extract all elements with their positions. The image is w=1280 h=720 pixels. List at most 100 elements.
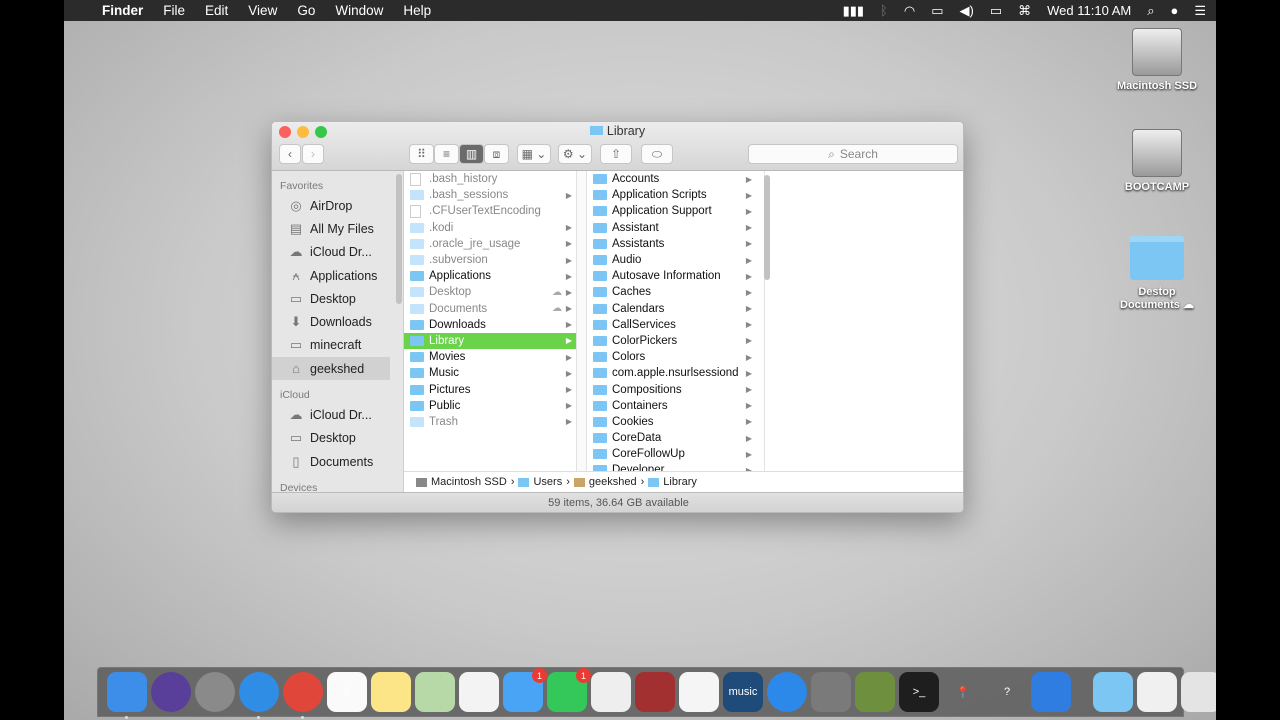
list-item[interactable]: .subversion ▶ [404, 252, 576, 268]
dock-help[interactable]: ? [987, 672, 1027, 712]
desktop-icon-destop-documents[interactable]: Destop Documents ☁ [1107, 236, 1207, 311]
list-item[interactable]: ColorPickers ▶ [587, 333, 764, 349]
list-item[interactable]: Compositions ▶ [587, 381, 764, 397]
list-item[interactable]: Trash ▶ [404, 414, 576, 430]
spotlight-icon[interactable]: ⌕ [1147, 3, 1154, 19]
list-item[interactable]: Assistants ▶ [587, 236, 764, 252]
sidebar-item-geekshed[interactable]: ⌂ geekshed [272, 357, 390, 381]
dock-documents-stack[interactable] [1093, 672, 1133, 712]
dock-amazon-music[interactable]: music [723, 672, 763, 712]
dock-maps[interactable] [415, 672, 455, 712]
dock-app-store[interactable] [767, 672, 807, 712]
dock-launchpad[interactable] [195, 672, 235, 712]
list-item[interactable]: Application Support ▶ [587, 203, 764, 219]
menu-view[interactable]: View [248, 3, 277, 18]
sidebar-item-icloud-dr-[interactable]: ☁ iCloud Dr... [272, 403, 403, 426]
dock-photo-booth[interactable] [635, 672, 675, 712]
path-item[interactable]: Library [663, 476, 697, 488]
dock-itunes[interactable] [679, 672, 719, 712]
sidebar-item-applications[interactable]: ⍲ Applications [272, 264, 403, 287]
cover-flow-button[interactable]: ⧈ [484, 144, 509, 164]
menu-edit[interactable]: Edit [205, 3, 228, 18]
column-scrollbar[interactable] [764, 175, 770, 280]
list-item[interactable]: Audio ▶ [587, 252, 764, 268]
list-item[interactable]: CallServices ▶ [587, 317, 764, 333]
menu-app-name[interactable]: Finder [102, 3, 143, 18]
sidebar-item-downloads[interactable]: ⬇ Downloads [272, 310, 403, 333]
menu-go[interactable]: Go [297, 3, 315, 18]
menu-window[interactable]: Window [335, 3, 383, 18]
list-item[interactable]: Applications ▶ [404, 268, 576, 284]
battery-status-icon[interactable]: ▮▮▮ [843, 3, 864, 19]
bluetooth-icon[interactable]: ᛒ [880, 3, 888, 18]
dock-chrome-window[interactable] [1137, 672, 1177, 712]
list-item[interactable]: .bash_history [404, 171, 576, 187]
list-item[interactable]: Assistant ▶ [587, 220, 764, 236]
arrange-button[interactable]: ▦ ⌄ [517, 144, 551, 164]
dock-xcode[interactable] [1031, 672, 1071, 712]
list-item[interactable]: Public ▶ [404, 398, 576, 414]
share-button[interactable]: ⇧ [600, 144, 632, 164]
dock-calendar[interactable]: 9 [327, 672, 367, 712]
tags-button[interactable]: ⬭ [641, 144, 673, 164]
path-item[interactable]: geekshed [589, 476, 637, 488]
list-item[interactable]: CoreData ▶ [587, 430, 764, 446]
back-button[interactable]: ‹ [279, 144, 301, 164]
forward-button[interactable]: › [302, 144, 324, 164]
list-item[interactable]: Autosave Information ▶ [587, 268, 764, 284]
list-item[interactable]: Music ▶ [404, 365, 576, 381]
list-item[interactable]: Movies ▶ [404, 349, 576, 365]
dock-find-my[interactable]: 📍 [943, 672, 983, 712]
keyboard-icon[interactable]: ⌘ [1018, 3, 1031, 19]
icon-view-button[interactable]: ⠿ [409, 144, 434, 164]
path-item[interactable]: Users [533, 476, 562, 488]
list-item[interactable]: com.apple.nsurlsessiond ▶ [587, 365, 764, 381]
battery-icon[interactable]: ▭ [990, 3, 1002, 19]
list-item[interactable]: Desktop ☁ ▶ [404, 284, 576, 300]
search-input[interactable]: ⌕ Search [748, 144, 958, 164]
sidebar-item-documents[interactable]: ▯ Documents [272, 450, 403, 473]
airplay-icon[interactable]: ▭ [931, 3, 943, 19]
dock-notes[interactable] [371, 672, 411, 712]
list-item[interactable]: Application Scripts ▶ [587, 187, 764, 203]
sidebar-scrollbar[interactable] [396, 174, 402, 304]
list-item[interactable]: Developer ▶ [587, 462, 764, 471]
dock-textedit[interactable] [591, 672, 631, 712]
list-item[interactable]: Downloads ▶ [404, 317, 576, 333]
list-item[interactable]: Calendars ▶ [587, 301, 764, 317]
sidebar-item-desktop[interactable]: ▭ Desktop [272, 427, 403, 450]
list-view-button[interactable]: ≡ [434, 144, 459, 164]
siri-icon[interactable]: ● [1170, 3, 1178, 18]
list-item[interactable]: Caches ▶ [587, 284, 764, 300]
list-item[interactable]: Accounts ▶ [587, 171, 764, 187]
dock-facetime[interactable]: 1 [547, 668, 591, 712]
clock[interactable]: Wed 11:10 AM [1047, 3, 1131, 18]
dock-safari[interactable] [239, 672, 279, 719]
action-gear-button[interactable]: ⚙ ⌄ [558, 144, 592, 164]
notification-center-icon[interactable]: ☰ [1194, 3, 1206, 19]
desktop-icon-bootcamp[interactable]: BOOTCAMP [1107, 129, 1207, 193]
list-item[interactable]: .oracle_jre_usage ▶ [404, 236, 576, 252]
dock-siri[interactable] [151, 672, 191, 712]
sidebar-item-icloud-dr-[interactable]: ☁ iCloud Dr... [272, 241, 403, 264]
menu-help[interactable]: Help [403, 3, 431, 18]
dock-finder[interactable] [107, 672, 147, 719]
list-item[interactable]: Colors ▶ [587, 349, 764, 365]
dock-chrome[interactable] [283, 672, 323, 719]
dock-terminal[interactable]: >_ [899, 672, 939, 712]
path-item[interactable]: Macintosh SSD [431, 476, 507, 488]
list-item[interactable]: Containers ▶ [587, 398, 764, 414]
list-item[interactable]: .CFUserTextEncoding [404, 203, 576, 219]
wifi-icon[interactable]: ◠ [904, 3, 915, 19]
dock-trash[interactable] [1181, 672, 1216, 712]
column-resize-handle[interactable] [577, 171, 587, 471]
icloud-download-icon[interactable]: ☁ [552, 287, 562, 298]
menu-file[interactable]: File [163, 3, 185, 18]
list-item[interactable]: Cookies ▶ [587, 414, 764, 430]
desktop-icon-macintosh-ssd[interactable]: Macintosh SSD [1107, 28, 1207, 92]
sidebar-item-all-my-files[interactable]: ▤ All My Files [272, 217, 403, 240]
icloud-download-icon[interactable]: ☁ [552, 303, 562, 314]
list-item[interactable]: Pictures ▶ [404, 381, 576, 397]
list-item[interactable]: .bash_sessions ▶ [404, 187, 576, 203]
list-item[interactable]: Documents ☁ ▶ [404, 301, 576, 317]
